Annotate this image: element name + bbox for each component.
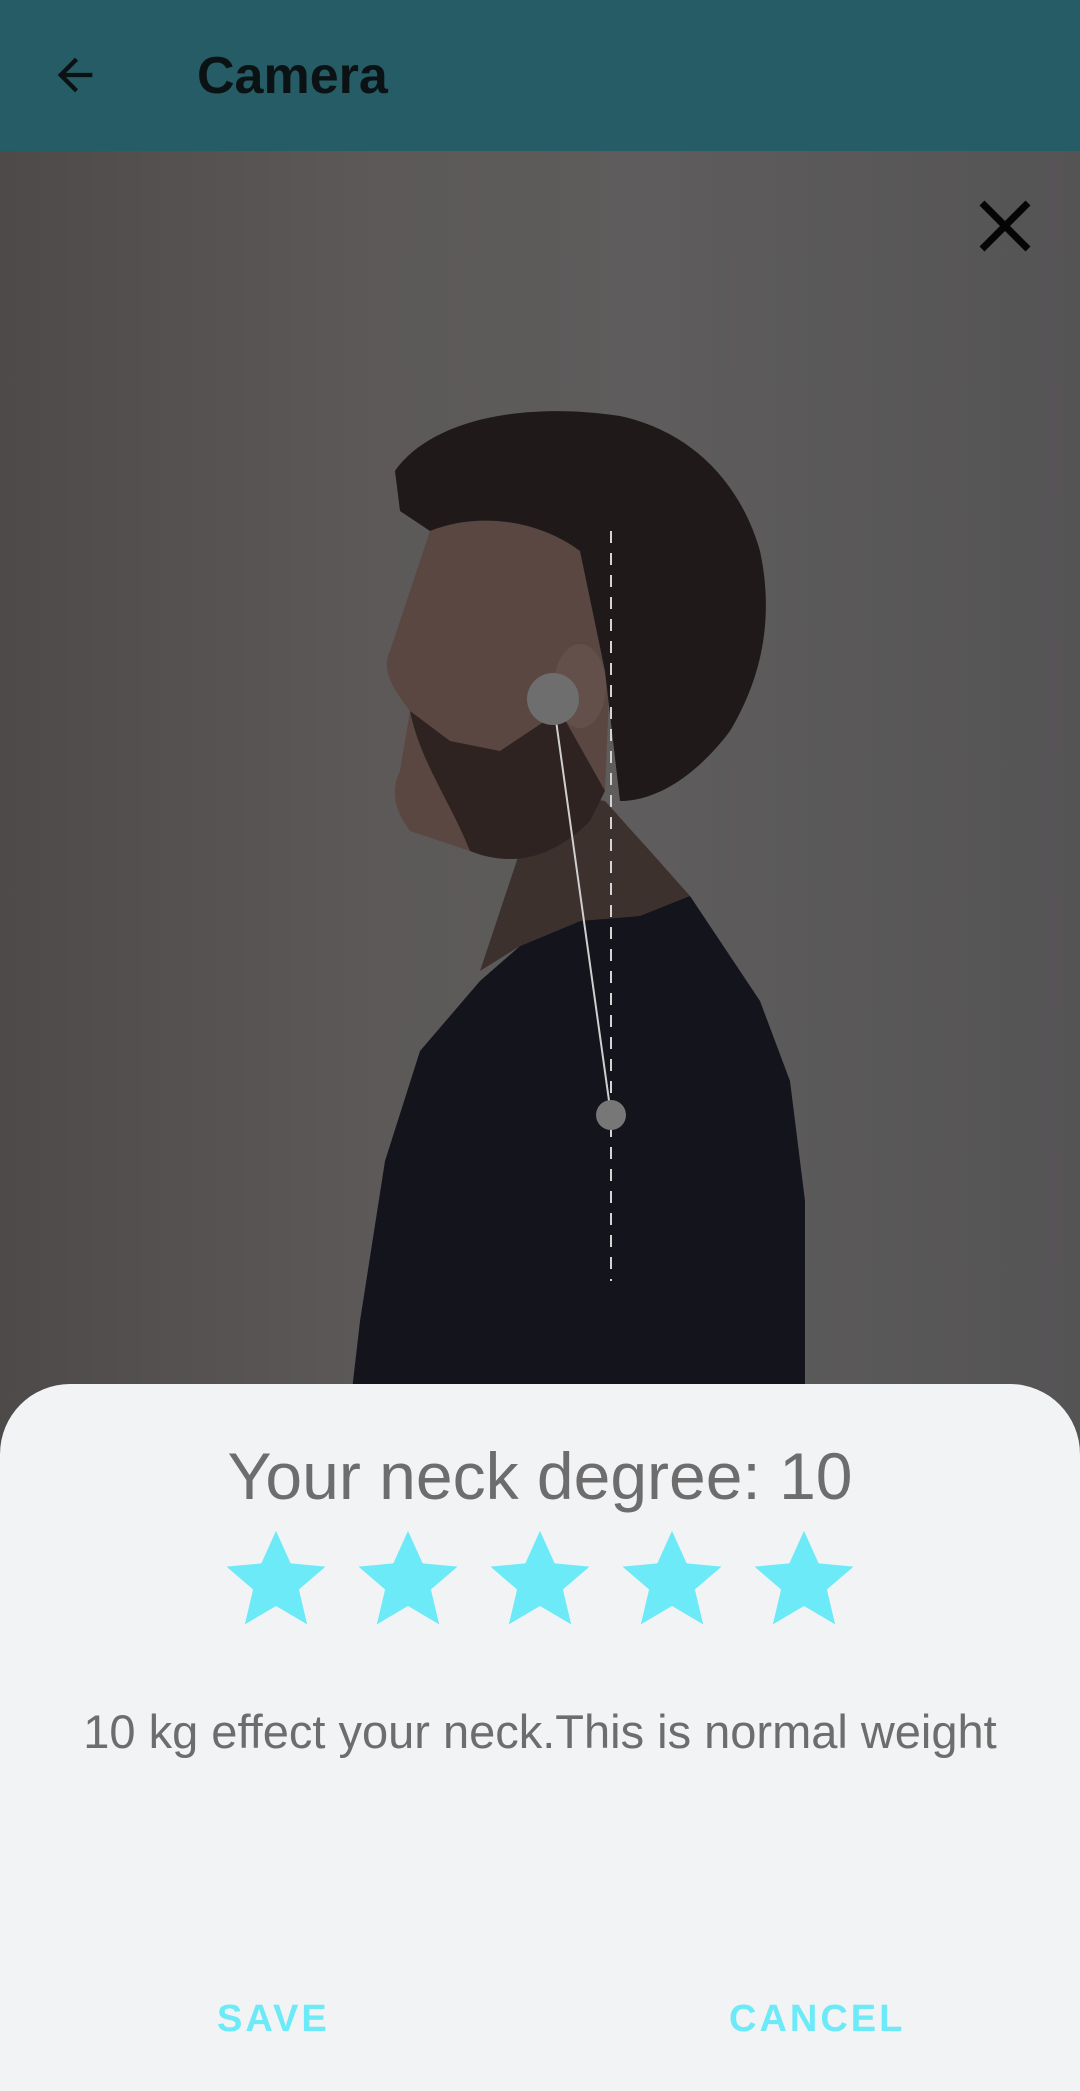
page-title: Camera	[197, 47, 388, 105]
star-icon	[358, 1530, 458, 1625]
camera-screen: Camera Your neck degree: 10 10 kg effect…	[0, 0, 1080, 2091]
neck-effect-text: 10 kg effect your neck.This is normal we…	[83, 1705, 997, 1758]
star-icon	[490, 1530, 590, 1625]
posture-photo	[0, 151, 1080, 1451]
arrow-back-icon	[57, 57, 93, 93]
close-icon	[979, 200, 1031, 252]
save-button[interactable]: SAVE	[217, 1994, 330, 2044]
star-icon	[226, 1530, 326, 1625]
neck-degree-text: Your neck degree: 10	[227, 1439, 853, 1513]
app-bar: Camera	[0, 0, 1080, 151]
cancel-button[interactable]: CANCEL	[729, 1994, 905, 2044]
star-icon	[754, 1530, 854, 1625]
back-button[interactable]	[36, 36, 114, 114]
rating-stars	[0, 1524, 1080, 1634]
close-button[interactable]	[970, 191, 1040, 261]
person-silhouette	[345, 411, 805, 1451]
star-icon	[622, 1530, 722, 1625]
result-sheet: Your neck degree: 10 10 kg effect your n…	[0, 1384, 1080, 2091]
